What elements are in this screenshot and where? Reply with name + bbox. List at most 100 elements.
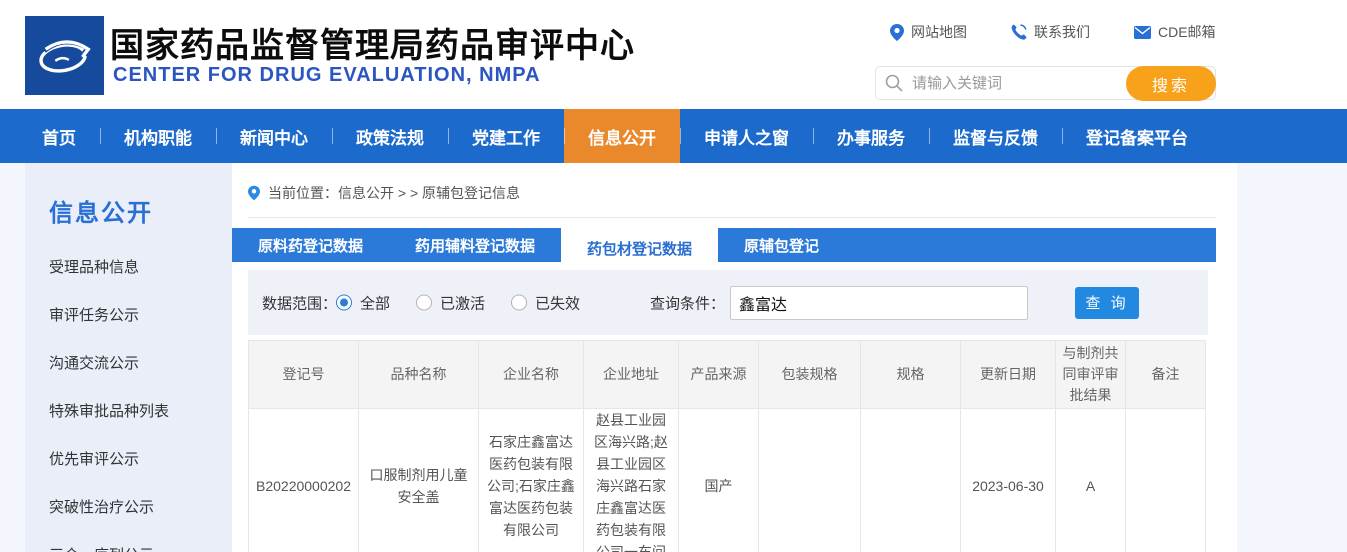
- sidebar-menu: 受理品种信息 审评任务公示 沟通交流公示 特殊审批品种列表 优先审评公示: [25, 242, 232, 552]
- nav-item-label: 机构职能: [124, 124, 192, 149]
- sidebar-item-label: 三合一序列公示: [49, 544, 154, 552]
- tab[interactable]: 药包材登记数据: [561, 228, 718, 268]
- nav-item[interactable]: 新闻中心: [216, 109, 332, 163]
- nav-item[interactable]: 机构职能: [100, 109, 216, 163]
- tab-label: 原辅包登记: [744, 235, 819, 256]
- search-icon: [885, 74, 903, 92]
- table-cell: 2023-06-30: [961, 409, 1056, 552]
- scope-radio-option[interactable]: 全部: [336, 292, 390, 313]
- nav-item[interactable]: 首页: [18, 109, 100, 163]
- nav-item-label: 办事服务: [837, 124, 905, 149]
- nav-item-label: 政策法规: [356, 124, 424, 149]
- nav-item-label: 监督与反馈: [953, 124, 1038, 149]
- nav-item-label: 首页: [42, 124, 76, 149]
- mail-label: CDE邮箱: [1158, 22, 1216, 42]
- scope-radio-option[interactable]: 已失效: [511, 292, 580, 313]
- nav-item[interactable]: 信息公开: [564, 109, 680, 163]
- sitemap-label: 网站地图: [911, 22, 967, 42]
- nav-item[interactable]: 监督与反馈: [929, 109, 1062, 163]
- nav-item[interactable]: 办事服务: [813, 109, 929, 163]
- table-header-cell: 品种名称: [359, 341, 479, 409]
- sidebar-item[interactable]: 受理品种信息: [25, 242, 232, 290]
- breadcrumb-pin-icon: [248, 185, 260, 201]
- nav-item-label: 信息公开: [588, 124, 656, 149]
- radio-icon[interactable]: [511, 295, 527, 311]
- table-header-cell: 备注: [1126, 341, 1206, 409]
- sidebar-item[interactable]: 审评任务公示: [25, 290, 232, 338]
- site-title: 国家药品监督管理局药品审评中心: [110, 18, 635, 67]
- table-header-cell: 与制剂共同审评审批结果: [1056, 341, 1126, 409]
- table-header-row: 登记号 品种名称 企业名称 企业地址 产品来源 包装规格 规格: [249, 341, 1206, 409]
- nav-item[interactable]: 申请人之窗: [680, 109, 813, 163]
- scope-radio-group: 全部 已激活 已失效: [336, 292, 580, 313]
- sidebar-item-label: 沟通交流公示: [49, 352, 139, 373]
- sidebar-item-label: 优先审评公示: [49, 448, 139, 469]
- radio-label: 已失效: [535, 292, 580, 313]
- page: 国家药品监督管理局药品审评中心 CENTER FOR DRUG EVALUATI…: [0, 0, 1347, 552]
- site-header: 国家药品监督管理局药品审评中心 CENTER FOR DRUG EVALUATI…: [0, 0, 1347, 109]
- contact-link[interactable]: 联系我们: [1011, 22, 1090, 42]
- site-subtitle: CENTER FOR DRUG EVALUATION, NMPA: [113, 64, 541, 87]
- tab[interactable]: 药用辅料登记数据: [389, 228, 561, 262]
- table-header-cell: 登记号: [249, 341, 359, 409]
- results-table: 登记号 品种名称 企业名称 企业地址 产品来源 包装规格 规格: [248, 340, 1206, 552]
- contact-label: 联系我们: [1034, 22, 1090, 42]
- table-cell: 石家庄鑫富达医药包装有限公司;石家庄鑫富达医药包装有限公司: [479, 409, 584, 552]
- tab[interactable]: 原辅包登记: [718, 228, 845, 262]
- location-pin-icon: [890, 24, 904, 41]
- tab-label: 原料药登记数据: [258, 235, 363, 256]
- sidebar-title: 信息公开: [25, 163, 232, 242]
- table-header-cell: 更新日期: [961, 341, 1056, 409]
- table-cell: B20220000202: [249, 409, 359, 552]
- table-header-cell: 包装规格: [759, 341, 861, 409]
- breadcrumb-divider: [248, 217, 1216, 218]
- table-cell: 口服制剂用儿童安全盖: [359, 409, 479, 552]
- table-header-cell: 产品来源: [679, 341, 759, 409]
- nav-item[interactable]: 登记备案平台: [1062, 109, 1212, 163]
- phone-icon: [1011, 24, 1027, 40]
- main-nav: 首页 机构职能 新闻中心 政策法规 党建工作 信息公开 申请人之窗: [0, 109, 1347, 163]
- table-cell: [759, 409, 861, 552]
- nav-item-label: 登记备案平台: [1086, 124, 1188, 149]
- sidebar-item[interactable]: 特殊审批品种列表: [25, 386, 232, 434]
- sidebar-item[interactable]: 优先审评公示: [25, 434, 232, 482]
- scope-label: 数据范围：: [262, 292, 337, 313]
- query-label: 查询条件：: [650, 292, 725, 313]
- sidebar-item[interactable]: 三合一序列公示: [25, 530, 232, 552]
- table-row: B20220000202口服制剂用儿童安全盖石家庄鑫富达医药包装有限公司;石家庄…: [249, 409, 1206, 552]
- nav-item-label: 党建工作: [472, 124, 540, 149]
- nav-item-label: 新闻中心: [240, 124, 308, 149]
- tab-label: 药用辅料登记数据: [415, 235, 535, 256]
- tab[interactable]: 原料药登记数据: [232, 228, 389, 262]
- sidebar-item[interactable]: 突破性治疗公示: [25, 482, 232, 530]
- table-cell: 赵县工业园区海兴路;赵县工业园区海兴路石家庄鑫富达医药包装有限公司一车间: [584, 409, 679, 552]
- nav-item[interactable]: 党建工作: [448, 109, 564, 163]
- sidebar-item-label: 特殊审批品种列表: [49, 400, 169, 421]
- mail-link[interactable]: CDE邮箱: [1134, 22, 1216, 42]
- site-search-button[interactable]: 搜索: [1126, 66, 1216, 101]
- site-search: 搜索: [875, 66, 1216, 101]
- cde-logo: [25, 16, 104, 95]
- radio-icon[interactable]: [336, 295, 352, 311]
- query-button[interactable]: 查 询: [1075, 287, 1139, 319]
- cde-logo-icon: [34, 25, 96, 87]
- radio-icon[interactable]: [416, 295, 432, 311]
- header-links: 网站地图 联系我们 CDE邮箱: [890, 22, 1216, 42]
- sidebar-item[interactable]: 沟通交流公示: [25, 338, 232, 386]
- breadcrumb-text: 当前位置：信息公开 > > 原辅包登记信息: [268, 183, 520, 203]
- table-cell: 国产: [679, 409, 759, 552]
- table-header-cell: 规格: [861, 341, 961, 409]
- sidebar: 信息公开 受理品种信息 审评任务公示 沟通交流公示 特殊审批品种列表: [25, 163, 232, 552]
- scope-radio-option[interactable]: 已激活: [416, 292, 485, 313]
- table-header-cell: 企业地址: [584, 341, 679, 409]
- sitemap-link[interactable]: 网站地图: [890, 22, 967, 42]
- sidebar-item-label: 突破性治疗公示: [49, 496, 154, 517]
- filter-panel: 数据范围： 全部 已激活 已失效: [248, 270, 1208, 335]
- sidebar-item-label: 审评任务公示: [49, 304, 139, 325]
- content-panel: 当前位置：信息公开 > > 原辅包登记信息 原料药登记数据 药用辅料登记数据 药…: [232, 163, 1237, 552]
- nav-item[interactable]: 政策法规: [332, 109, 448, 163]
- table-cell: [861, 409, 961, 552]
- table-body: B20220000202口服制剂用儿童安全盖石家庄鑫富达医药包装有限公司;石家庄…: [249, 409, 1206, 552]
- tab-label: 药包材登记数据: [587, 238, 692, 259]
- query-input[interactable]: [730, 286, 1028, 320]
